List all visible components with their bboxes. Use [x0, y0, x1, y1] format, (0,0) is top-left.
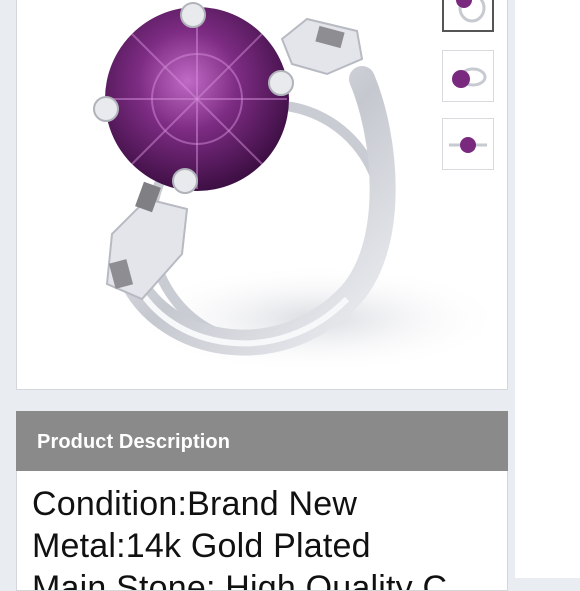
right-margin-panel: [515, 0, 580, 578]
product-main-image[interactable]: [16, 0, 508, 390]
product-description-body: Condition:Brand New Metal:14k Gold Plate…: [16, 471, 508, 591]
product-description-header: Product Description: [16, 411, 508, 471]
thumbnail-ring-top[interactable]: [442, 50, 494, 102]
thumbnail-ring-side[interactable]: [442, 0, 494, 32]
ring-thumbnail-icon: [452, 67, 487, 88]
product-description-title: Product Description: [37, 431, 231, 453]
ring-thumbnail-icon: [449, 137, 487, 153]
thumbnail-ring-front[interactable]: [442, 118, 494, 170]
description-line-condition: Condition:Brand New: [32, 485, 358, 523]
description-line-metal: Metal:14k Gold Plated: [32, 527, 371, 565]
ring-illustration: [93, 2, 507, 374]
ring-thumbnail-icon: [456, 0, 486, 23]
description-line-main-stone: Main Stone: High Quality C: [32, 569, 448, 591]
